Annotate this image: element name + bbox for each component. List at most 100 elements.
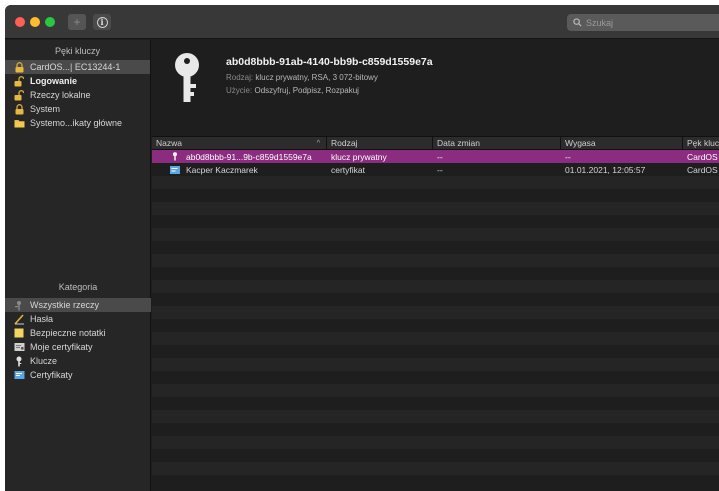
close-window-button[interactable] <box>15 17 25 27</box>
zoom-window-button[interactable] <box>45 17 55 27</box>
sidebar-item-my-certificates[interactable]: Moje certyfikaty <box>5 340 151 354</box>
empty-table-row <box>152 319 719 332</box>
column-header-expires[interactable]: Wygasa <box>561 137 683 149</box>
search-icon <box>573 18 582 27</box>
row-name: ab0d8bbb-91...9b-c859d1559e7a <box>186 151 312 162</box>
sidebar-item-cardos[interactable]: CardOS...| EC13244-1 <box>5 60 150 74</box>
empty-table-row <box>152 345 719 358</box>
empty-table-row <box>152 215 719 228</box>
sidebar-item-label: Klucze <box>30 356 58 366</box>
empty-table-row <box>152 397 719 410</box>
empty-rows <box>152 176 719 488</box>
item-kind-label: Rodzaj: <box>226 73 254 82</box>
row-expires: 01.01.2021, 12:05:57 <box>565 164 646 175</box>
sidebar-item-label: System <box>30 104 61 114</box>
sidebar: Pęki kluczy CardOS...| EC13244-1 Logowan… <box>5 40 151 491</box>
empty-table-row <box>152 449 719 462</box>
add-item-button[interactable]: + <box>68 14 86 30</box>
sidebar-item-label: Moje certyfikaty <box>30 342 93 352</box>
empty-table-row <box>152 293 719 306</box>
sort-ascending-icon: ^ <box>316 139 320 147</box>
table-row[interactable]: Kacper Kaczmarek certyfikat -- 01.01.202… <box>152 163 719 176</box>
sidebar-item-certificates[interactable]: Certyfikaty <box>5 368 151 382</box>
empty-table-row <box>152 410 719 423</box>
note-icon <box>13 328 25 339</box>
folder-icon <box>13 118 25 129</box>
empty-table-row <box>152 332 719 345</box>
empty-table-row <box>152 280 719 293</box>
password-icon <box>13 314 25 325</box>
sidebar-item-secure-notes[interactable]: Bezpieczne notatki <box>5 326 151 340</box>
empty-table-row <box>152 475 719 488</box>
unlocked-icon <box>13 89 25 101</box>
row-expires: -- <box>565 151 571 162</box>
empty-table-row <box>152 423 719 436</box>
sidebar-item-label: Wszystkie rzeczy <box>30 300 100 310</box>
all-items-icon <box>13 300 25 311</box>
item-kind-line: Rodzaj: klucz prywatny, RSA, 3 072-bitow… <box>226 73 378 82</box>
row-modified: -- <box>437 151 443 162</box>
column-header-kind[interactable]: Rodzaj <box>327 137 433 149</box>
item-usage-line: Użycie: Odszyfruj, Podpisz, Rozpakuj <box>226 86 359 95</box>
sidebar-item-logowanie[interactable]: Logowanie <box>5 74 150 88</box>
sidebar-item-system[interactable]: System <box>5 102 150 116</box>
categories-section: Kategoria Wszystkie rzeczy Hasła Bezpiec… <box>5 276 151 382</box>
sidebar-item-rzeczy-lokalne[interactable]: Rzeczy lokalne <box>5 88 150 102</box>
keychains-section-title: Pęki kluczy <box>54 46 100 56</box>
empty-table-row <box>152 202 719 215</box>
minimize-window-button[interactable] <box>30 17 40 27</box>
search-field[interactable] <box>567 14 719 31</box>
empty-table-row <box>152 436 719 449</box>
empty-table-row <box>152 267 719 280</box>
info-icon: i <box>96 16 108 28</box>
row-kind: certyfikat <box>331 164 366 175</box>
column-header-keychain[interactable]: Pęk klucz <box>683 137 719 149</box>
info-button[interactable]: i <box>93 14 111 30</box>
table-row[interactable]: ab0d8bbb-91...9b-c859d1559e7a klucz pryw… <box>152 150 719 163</box>
row-name: Kacper Kaczmarek <box>186 164 258 175</box>
empty-table-row <box>152 254 719 267</box>
lock-icon <box>13 103 25 115</box>
empty-table-row <box>152 176 719 189</box>
sidebar-item-label: Rzeczy lokalne <box>30 90 91 100</box>
sidebar-item-system-roots[interactable]: Systemo...ikaty główne <box>5 116 150 130</box>
row-keychain: CardOS <box>687 164 718 175</box>
empty-table-row <box>152 228 719 241</box>
row-modified: -- <box>437 164 443 175</box>
key-icon <box>170 152 180 161</box>
certificate-icon <box>170 165 180 174</box>
item-detail-header: ab0d8bbb-91ab-4140-bb9b-c859d1559e7a Rod… <box>152 40 719 136</box>
search-input[interactable] <box>586 17 706 28</box>
key-icon <box>172 52 202 106</box>
items-table: Nazwa ^ Rodzaj Data zmian Wygasa Pęk klu… <box>152 136 719 491</box>
empty-table-row <box>152 189 719 202</box>
title-bar: + i <box>5 5 719 39</box>
certificate-icon <box>13 370 25 381</box>
empty-table-row <box>152 384 719 397</box>
table-header: Nazwa ^ Rodzaj Data zmian Wygasa Pęk klu… <box>152 136 719 150</box>
keychain-window: + i Pęki kluczy CardOS...| EC13244-1 Log… <box>5 5 719 491</box>
item-kind-value: klucz prywatny, RSA, 3 072-bitowy <box>255 73 378 82</box>
unlocked-icon <box>13 75 25 87</box>
empty-table-row <box>152 371 719 384</box>
sidebar-item-all-items[interactable]: Wszystkie rzeczy <box>5 298 151 312</box>
sidebar-item-label: Hasła <box>30 314 54 324</box>
item-usage-label: Użycie: <box>226 86 253 95</box>
categories-section-title: Kategoria <box>58 282 98 292</box>
column-header-name[interactable]: Nazwa ^ <box>152 137 327 149</box>
sidebar-item-label: Certyfikaty <box>30 370 73 380</box>
my-certificate-icon <box>13 342 25 353</box>
sidebar-item-label: Systemo...ikaty główne <box>30 118 123 128</box>
lock-icon <box>13 61 25 73</box>
sidebar-item-label: Bezpieczne notatki <box>30 328 106 338</box>
empty-table-row <box>152 462 719 475</box>
sidebar-item-passwords[interactable]: Hasła <box>5 312 151 326</box>
key-icon <box>13 356 25 367</box>
empty-table-row <box>152 358 719 371</box>
empty-table-row <box>152 306 719 319</box>
sidebar-item-keys[interactable]: Klucze <box>5 354 151 368</box>
column-header-modified[interactable]: Data zmian <box>433 137 561 149</box>
item-usage-value: Odszyfruj, Podpisz, Rozpakuj <box>254 86 359 95</box>
row-keychain: CardOS <box>687 151 718 162</box>
item-title: ab0d8bbb-91ab-4140-bb9b-c859d1559e7a <box>226 56 433 68</box>
